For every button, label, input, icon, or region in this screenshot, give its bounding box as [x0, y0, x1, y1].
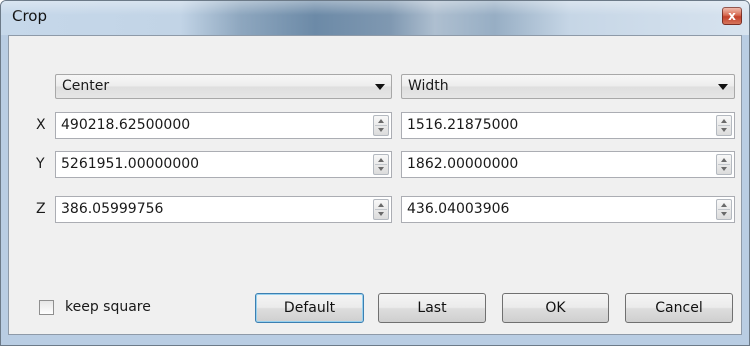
position-mode-dropdown[interactable]: Center — [55, 74, 392, 99]
ok-button[interactable]: OK — [502, 293, 609, 323]
axis-label-x: X — [36, 117, 46, 133]
x-position-field[interactable]: 490218.62500000 — [55, 112, 392, 139]
size-mode-value: Width — [408, 78, 449, 94]
position-mode-value: Center — [62, 78, 110, 94]
cancel-button[interactable]: Cancel — [625, 293, 733, 323]
last-button[interactable]: Last — [378, 293, 486, 323]
default-button[interactable]: Default — [255, 293, 364, 323]
z-size-spin-buttons[interactable] — [716, 199, 732, 220]
spin-up-icon[interactable] — [378, 203, 384, 207]
z-position-value: 386.05999756 — [61, 201, 164, 217]
dialog-body: Center Width X 490218.62500000 1516.2187… — [8, 35, 742, 335]
y-position-spin-buttons[interactable] — [373, 154, 389, 175]
y-size-spin-buttons[interactable] — [716, 154, 732, 175]
y-size-field[interactable]: 1862.00000000 — [401, 151, 735, 178]
x-size-field[interactable]: 1516.21875000 — [401, 112, 735, 139]
crop-dialog: Crop x Center Width X 490218.62500000 15… — [0, 0, 750, 346]
spin-down-icon[interactable] — [378, 167, 384, 171]
spin-down-icon[interactable] — [721, 128, 727, 132]
close-button[interactable]: x — [722, 7, 742, 25]
axis-label-z: Z — [36, 201, 46, 217]
spin-up-icon[interactable] — [721, 203, 727, 207]
x-position-value: 490218.62500000 — [61, 117, 191, 133]
title-bar[interactable]: Crop x — [1, 1, 749, 35]
keep-square-checkbox[interactable] — [39, 300, 54, 315]
y-position-field[interactable]: 5261951.00000000 — [55, 151, 392, 178]
chevron-down-icon — [375, 84, 385, 90]
size-mode-dropdown[interactable]: Width — [401, 74, 735, 99]
spin-down-icon[interactable] — [721, 167, 727, 171]
y-size-value: 1862.00000000 — [407, 156, 519, 172]
spin-down-icon[interactable] — [378, 128, 384, 132]
x-size-value: 1516.21875000 — [407, 117, 519, 133]
close-icon: x — [728, 9, 736, 23]
z-size-value: 436.04003906 — [407, 201, 510, 217]
x-position-spin-buttons[interactable] — [373, 115, 389, 136]
x-size-spin-buttons[interactable] — [716, 115, 732, 136]
window-title: Crop — [12, 7, 48, 25]
axis-label-y: Y — [36, 156, 45, 172]
spin-up-icon[interactable] — [378, 158, 384, 162]
spin-down-icon[interactable] — [721, 212, 727, 216]
y-position-value: 5261951.00000000 — [61, 156, 200, 172]
spin-up-icon[interactable] — [721, 158, 727, 162]
chevron-down-icon — [718, 84, 728, 90]
z-size-field[interactable]: 436.04003906 — [401, 196, 735, 223]
z-position-field[interactable]: 386.05999756 — [55, 196, 392, 223]
spin-up-icon[interactable] — [378, 119, 384, 123]
keep-square-label[interactable]: keep square — [65, 299, 151, 315]
spin-up-icon[interactable] — [721, 119, 727, 123]
z-position-spin-buttons[interactable] — [373, 199, 389, 220]
spin-down-icon[interactable] — [378, 212, 384, 216]
